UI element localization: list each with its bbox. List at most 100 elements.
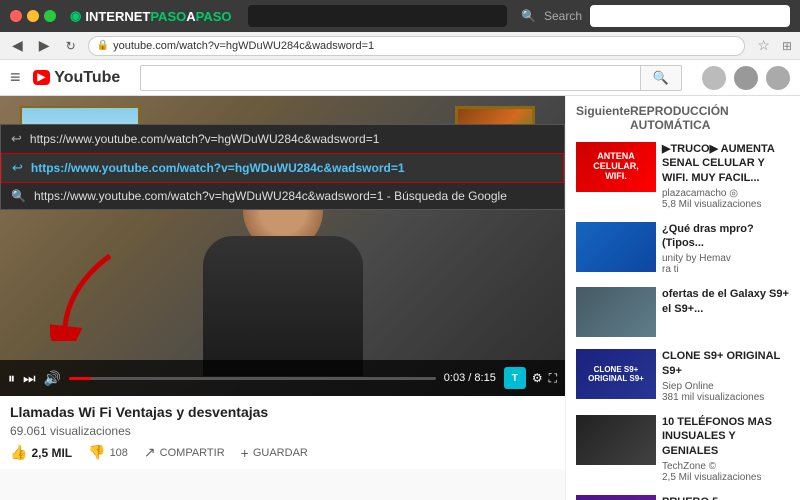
minimize-button[interactable] [27,10,39,22]
browser-search-input[interactable] [590,5,790,27]
sidebar-video-5[interactable]: 10 TELÉFONOS MAS INUSUALES Y GENIALES Te… [566,409,800,489]
progress-bar[interactable] [69,377,436,380]
video-controls: ⏸ ⏭ 🔊 0:03 / 8:15 T ⚙ ⛶ [0,360,565,396]
thumb-s9-content [576,287,656,337]
sidebar-video-title-6: PRUEBO 5 AURICULARES BLUETOOTH... desde … [662,495,790,500]
search-label: Search [544,9,582,23]
sidebar-video-1[interactable]: ANTENACELULAR,WIFI. ▶TRUCO▶ AUMENTA SENA… [566,136,800,216]
volume-button[interactable]: 🔊 [44,370,61,387]
person-body [203,236,363,376]
video-info: Llamadas Wi Fi Ventajas y desventajas 69… [0,396,565,469]
share-label: COMPARTIR [160,447,225,459]
settings-icon[interactable]: ⚙ [532,371,543,385]
youtube-logo-text: YouTube [54,69,120,87]
sidebar-video-6[interactable]: $20 - $200 PRUEBO 5 AURICULARES BLUETOOT… [566,489,800,500]
back-button[interactable]: ◀ [8,35,27,56]
browser-search-right: 🔍 Search [521,5,790,27]
controls-right: T ⚙ ⛶ [504,367,557,389]
extension-icon[interactable]: ⊞ [782,39,792,53]
sidebar-video-info-4: CLONE S9+ ORIGINAL S9+ Siep Online 381 m… [662,349,790,403]
next-button[interactable]: ⏭ [23,370,36,387]
logo-text-paso1: PASO [150,9,186,24]
like-button[interactable]: 👍 2,5 MIL [10,444,72,461]
sidebar-video-info-5: 10 TELÉFONOS MAS INUSUALES Y GENIALES Te… [662,415,790,483]
history-icon-2: ↩ [12,160,23,176]
save-icon: + [241,445,249,461]
url-bar[interactable]: 🔒 youtube.com/watch?v=hgWDuWU284c&wadswo… [88,36,746,56]
sidebar-video-views-1: 5,8 Mil visualizaciones [662,199,790,210]
refresh-button[interactable]: ↻ [62,37,80,55]
thumb-phone-content [576,222,656,272]
sidebar-autoplay-label: REPRODUCCIÓN AUTOMÁTICA [630,104,790,132]
thumb-phones10-content [576,415,656,465]
video-player[interactable]: ↩ https://www.youtube.com/watch?v=hgWDuW… [0,96,565,396]
autocomplete-url-2: https://www.youtube.com/watch?v=hgWDuWU2… [31,161,405,175]
history-icon-1: ↩ [11,131,22,147]
sidebar-video-title-1: ▶TRUCO▶ AUMENTA SENAL CELULAR Y WIFI. MU… [662,142,790,185]
save-button[interactable]: + GUARDAR [241,445,308,461]
sidebar-next-label: Siguiente [576,104,630,132]
youtube-search-bar: 🔍 [140,65,682,91]
time-current: 0:03 [444,372,465,384]
sidebar-thumb-5 [576,415,656,465]
sidebar-thumb-1: ANTENACELULAR,WIFI. [576,142,656,192]
fullscreen-icon[interactable]: ⛶ [549,371,557,386]
autocomplete-item-1[interactable]: ↩ https://www.youtube.com/watch?v=hgWDuW… [1,125,564,153]
save-label: GUARDAR [253,447,308,459]
sidebar-video-info-2: ¿Qué dras mpro? (Tipos... unity by Hemav… [662,222,790,276]
thumbs-down-icon: 👎 [88,444,105,461]
sidebar-video-views-2: ra ti [662,264,790,275]
forward-button[interactable]: ▶ [35,35,54,56]
traffic-lights [10,10,56,22]
sidebar-thumb-6: $20 - $200 [576,495,656,500]
sidebar-video-3[interactable]: ofertas de el Galaxy S9+ el S9+... [566,281,800,343]
nav-bar: ◀ ▶ ↻ 🔒 youtube.com/watch?v=hgWDuWU284c&… [0,32,800,60]
sidebar-thumb-4: CLONE S9+ORIGINAL S9+ [576,349,656,399]
play-pause-button[interactable]: ⏸ [8,370,15,387]
video-section: ↩ https://www.youtube.com/watch?v=hgWDuW… [0,96,565,500]
autocomplete-item-3[interactable]: 🔍 https://www.youtube.com/watch?v=hgWDuW… [1,183,564,209]
thumb-antena-content: ANTENACELULAR,WIFI. [576,142,656,192]
video-actions: 👍 2,5 MIL 👎 108 ↗ COMPARTIR + GUARDAR [10,444,555,461]
menu-icon[interactable]: ≡ [10,67,21,88]
time-total: 8:15 [474,372,495,384]
url-text: youtube.com/watch?v=hgWDuWU284c&wadsword… [113,40,374,52]
youtube-logo[interactable]: ▶ YouTube [33,69,121,87]
maximize-button[interactable] [44,10,56,22]
search-icon: 🔍 [521,9,536,23]
share-button[interactable]: ↗ COMPARTIR [144,444,225,461]
autocomplete-url-3: https://www.youtube.com/watch?v=hgWDuWU2… [34,189,507,203]
sidebar-video-2[interactable]: ¿Qué dras mpro? (Tipos... unity by Hemav… [566,216,800,282]
youtube-search-input[interactable] [140,65,640,91]
share-icon: ↗ [144,444,156,461]
autocomplete-url-1: https://www.youtube.com/watch?v=hgWDuWU2… [30,132,380,146]
avatar-2 [734,66,758,90]
bookmark-icon[interactable]: ☆ [757,37,770,54]
sidebar-video-views-4: 381 mil visualizaciones [662,392,790,403]
sidebar-video-info-3: ofertas de el Galaxy S9+ el S9+... [662,287,790,337]
sidebar-video-4[interactable]: CLONE S9+ORIGINAL S9+ CLONE S9+ ORIGINAL… [566,343,800,409]
like-count: 2,5 MIL [31,446,72,460]
youtube-search-button[interactable]: 🔍 [640,65,682,91]
autocomplete-dropdown: ↩ https://www.youtube.com/watch?v=hgWDuW… [0,124,565,210]
time-display: 0:03 / 8:15 [444,372,496,384]
sidebar-header: Siguiente REPRODUCCIÓN AUTOMÁTICA [566,96,800,136]
dislike-count: 108 [110,447,128,459]
youtube-logo-icon: ▶ [33,70,51,85]
sidebar-video-title-5: 10 TELÉFONOS MAS INUSUALES Y GENIALES [662,415,790,458]
autocomplete-item-2[interactable]: ↩ https://www.youtube.com/watch?v=hgWDuW… [1,153,564,183]
sidebar-video-title-2: ¿Qué dras mpro? (Tipos... [662,222,790,251]
sidebar-thumb-3 [576,287,656,337]
sidebar-video-channel-1: plazacamacho ◎ [662,188,790,199]
logo-text-internet: INTERNET [85,9,150,24]
close-button[interactable] [10,10,22,22]
sidebar-video-title-3: ofertas de el Galaxy S9+ el S9+... [662,287,790,316]
browser-top-bar: ◉ INTERNET PASO A PASO 🔍 Search [0,0,800,32]
sidebar-video-info-6: PRUEBO 5 AURICULARES BLUETOOTH... desde … [662,495,790,500]
main-content: ↩ https://www.youtube.com/watch?v=hgWDuW… [0,96,800,500]
dislike-button[interactable]: 👎 108 [88,444,128,461]
sidebar-video-channel-2: unity by Hemav [662,253,790,264]
progress-fill [69,377,91,380]
thumb-clone-content: CLONE S9+ORIGINAL S9+ [576,349,656,399]
logo-icon: ◉ [70,8,81,24]
